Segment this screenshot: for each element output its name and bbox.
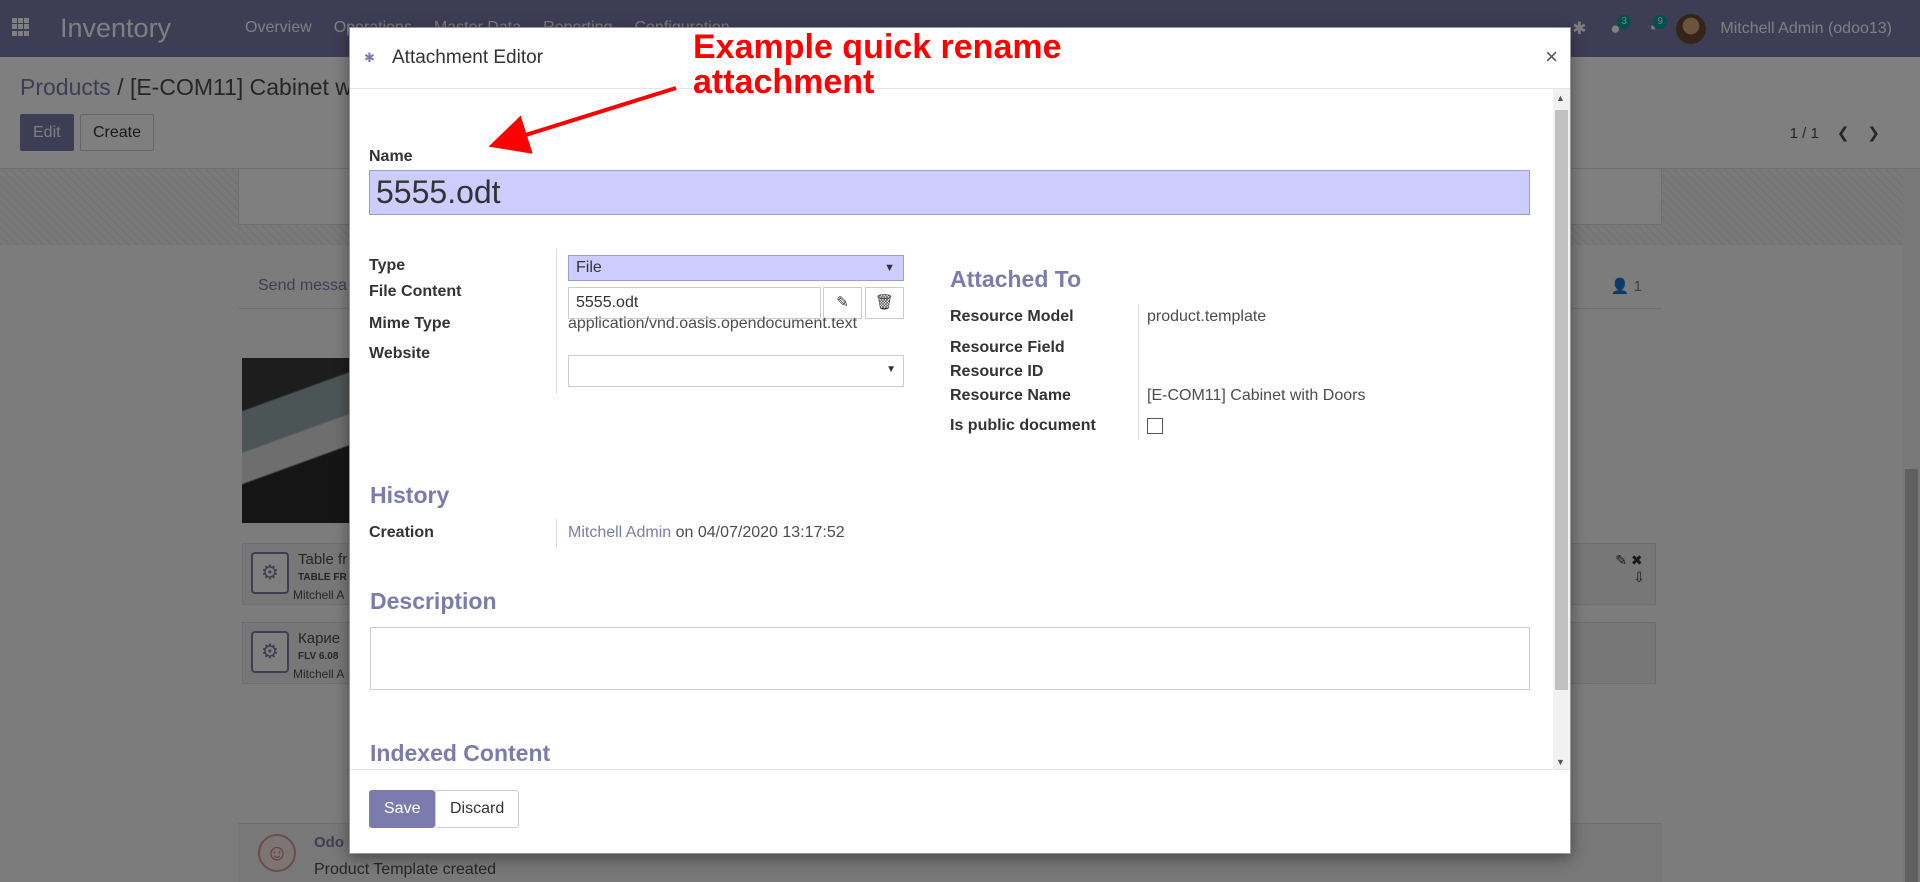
field-divider [1138, 304, 1139, 440]
description-heading: Description [370, 588, 497, 614]
type-label: Type [369, 257, 406, 274]
annotation-callout: Example quick rename attachment [693, 30, 1062, 100]
dialog-scrollbar-thumb[interactable] [1555, 110, 1568, 690]
pencil-icon: ✎ [836, 294, 849, 311]
field-divider [556, 519, 557, 549]
modal-title: Attachment Editor [392, 47, 544, 68]
annotation-line-1: Example quick rename [693, 28, 1062, 66]
scroll-up-icon[interactable]: ▲ [1556, 93, 1565, 103]
is-public-label: Is public document [950, 417, 1096, 434]
trash-icon: 🗑 [874, 294, 895, 311]
description-textarea[interactable] [370, 627, 1530, 690]
resource-model-value: product.template [1147, 308, 1267, 325]
annotation-line-2: attachment [693, 63, 875, 101]
resource-field-label: Resource Field [950, 339, 1065, 356]
website-label: Website [369, 345, 431, 362]
resource-name-value: [E-COM11] Cabinet with Doors [1147, 387, 1366, 404]
field-divider [556, 249, 557, 394]
type-select-value: File [576, 259, 602, 276]
type-select[interactable]: File ▼ [568, 255, 904, 281]
website-select[interactable]: ▼ [568, 355, 904, 387]
caret-down-icon: ▼ [886, 364, 896, 375]
name-label: Name [369, 148, 413, 165]
discard-button[interactable]: Discard [435, 790, 520, 828]
dialog-scrollbar[interactable]: ▲ ▼ [1553, 89, 1570, 769]
creation-date: on 04/07/2020 13:17:52 [675, 524, 845, 541]
modal-footer: Save Discard [350, 769, 1570, 855]
close-icon[interactable]: × [1545, 44, 1558, 70]
resource-model-label: Resource Model [950, 308, 1074, 325]
file-content-label: File Content [369, 283, 462, 300]
caret-down-icon: ▼ [884, 262, 895, 274]
attachment-editor-dialog: ✱ Attachment Editor × Name 5555.odt Type… [349, 27, 1571, 854]
clear-file-button[interactable]: 🗑 [865, 287, 904, 319]
mime-type-label: Mime Type [369, 315, 451, 332]
attached-to-heading: Attached To [950, 266, 1082, 292]
creation-value: Mitchell Admin on 04/07/2020 13:17:52 [568, 524, 845, 542]
mime-type-value: application/vnd.oasis.opendocument.text [568, 315, 858, 332]
bug-icon: ✱ [364, 50, 375, 65]
modal-body: Name 5555.odt Type File Content Mime Typ… [350, 89, 1553, 769]
creation-label: Creation [369, 524, 434, 541]
resource-id-label: Resource ID [950, 363, 1044, 380]
indexed-content-heading: Indexed Content [370, 740, 551, 766]
save-button[interactable]: Save [369, 790, 436, 828]
name-input[interactable]: 5555.odt [369, 170, 1530, 215]
history-heading: History [370, 482, 450, 508]
scroll-down-icon[interactable]: ▼ [1556, 757, 1565, 767]
resource-name-label: Resource Name [950, 387, 1071, 404]
creation-user-link[interactable]: Mitchell Admin [568, 524, 671, 541]
is-public-checkbox[interactable] [1147, 418, 1163, 434]
